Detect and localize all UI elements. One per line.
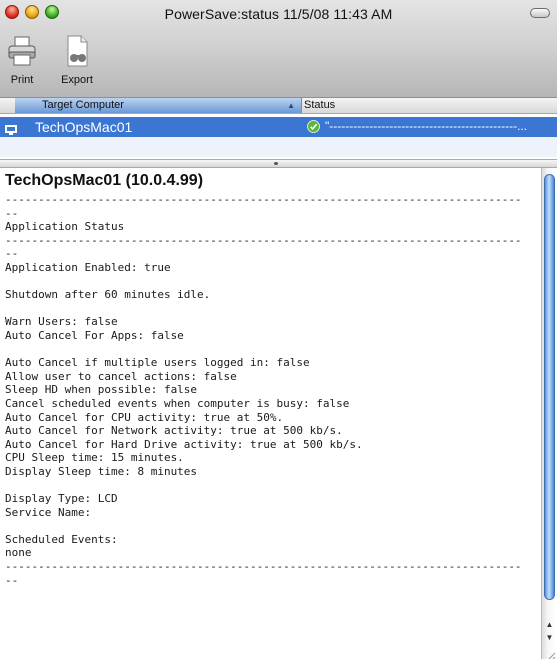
- log-line: Service Name:: [5, 505, 92, 519]
- log-line: Auto Cancel if multiple users logged in:…: [5, 356, 310, 370]
- log-line: Cancel scheduled events when computer is…: [5, 396, 350, 410]
- print-label: Print: [10, 74, 34, 86]
- log-line: Application Status: [5, 220, 125, 234]
- printer-icon: [4, 35, 40, 72]
- export-icon: [52, 35, 102, 72]
- title-toolbar: PowerSave:status 11/5/08 11:43 AM Print: [0, 0, 557, 98]
- log-line: --: [5, 206, 19, 220]
- status-log: ----------------------------------------…: [5, 193, 535, 587]
- print-button[interactable]: Print: [4, 35, 40, 86]
- log-line: ----------------------------------------…: [5, 560, 522, 574]
- log-line: Application Enabled: true: [5, 260, 171, 274]
- window-title: PowerSave:status 11/5/08 11:43 AM: [164, 6, 393, 22]
- log-line: Display Sleep time: 8 minutes: [5, 464, 198, 478]
- log-line: Auto Cancel For Apps: false: [5, 328, 184, 342]
- computer-name: TechOpsMac01: [35, 119, 133, 135]
- scroll-up-arrow-icon[interactable]: ▲: [543, 618, 556, 631]
- log-line: none: [5, 546, 32, 560]
- export-label: Export: [61, 74, 93, 86]
- log-line: Sleep HD when possible: false: [5, 383, 198, 397]
- log-line: Allow user to cancel actions: false: [5, 369, 237, 383]
- computer-status: "---------------------------------------…: [325, 119, 528, 133]
- log-line: Warn Users: false: [5, 315, 118, 329]
- resize-grip-icon[interactable]: [544, 648, 556, 659]
- log-line: Scheduled Events:: [5, 532, 118, 546]
- log-line: Display Type: LCD: [5, 492, 118, 506]
- toolbar-toggle-button[interactable]: [530, 8, 550, 18]
- log-line: Shutdown after 60 minutes idle.: [5, 288, 211, 302]
- log-line: Auto Cancel for Network activity: true a…: [5, 424, 343, 438]
- detail-heading: TechOpsMac01 (10.0.4.99): [5, 172, 204, 189]
- column-label-target-computer: Target Computer: [42, 99, 124, 111]
- column-header-status[interactable]: Status: [304, 98, 335, 113]
- table-header: Target Computer ▲ Status: [0, 98, 557, 114]
- column-label-status: Status: [304, 99, 336, 111]
- log-line: --: [5, 247, 19, 261]
- log-line: ----------------------------------------…: [5, 193, 522, 206]
- log-line: --: [5, 573, 19, 587]
- column-header-target-computer[interactable]: Target Computer ▲: [15, 98, 302, 113]
- log-line: ----------------------------------------…: [5, 233, 522, 247]
- divider-grip-icon: [274, 162, 278, 165]
- log-line: Auto Cancel for CPU activity: true at 50…: [5, 410, 284, 424]
- log-line: CPU Sleep time: 15 minutes.: [5, 451, 184, 465]
- log-line: Auto Cancel for Hard Drive activity: tru…: [5, 437, 363, 451]
- scrollbar-thumb[interactable]: [544, 174, 555, 600]
- table-row-empty: [0, 137, 557, 157]
- table-row[interactable]: TechOpsMac01 "--------------------------…: [0, 117, 557, 137]
- scroll-down-arrow-icon[interactable]: ▼: [543, 631, 556, 644]
- export-button[interactable]: Export: [52, 35, 102, 86]
- detail-pane: TechOpsMac01 (10.0.4.99) ---------------…: [0, 168, 541, 659]
- app-window: PowerSave:status 11/5/08 11:43 AM Print: [0, 0, 557, 659]
- split-view-divider[interactable]: [0, 159, 557, 168]
- vertical-scrollbar[interactable]: ▲ ▼: [541, 168, 557, 659]
- sort-ascending-icon: ▲: [287, 101, 295, 110]
- checkmark-icon: [307, 120, 320, 138]
